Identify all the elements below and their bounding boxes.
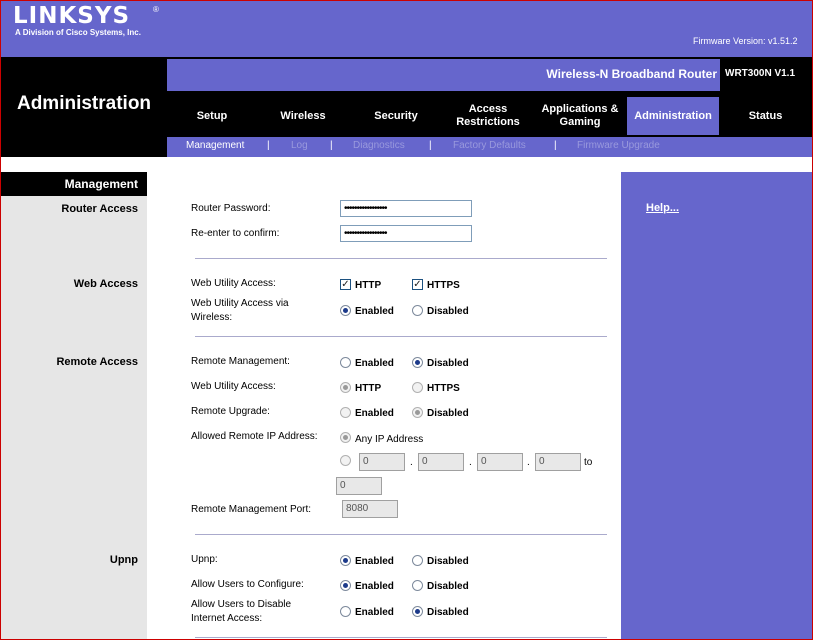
wireless-access-enabled-radio[interactable]: [340, 305, 351, 316]
section-remote-access: Remote Access: [56, 356, 138, 368]
remote-port-label: Remote Management Port:: [191, 504, 312, 515]
router-name: Wireless-N Broadband Router: [546, 67, 717, 81]
subtab-firmware-upgrade[interactable]: Firmware Upgrade: [577, 140, 660, 151]
http-checkbox[interactable]: ✓: [340, 279, 351, 290]
disabled-label: Disabled: [427, 581, 469, 592]
allow-configure-enabled-radio[interactable]: [340, 580, 351, 591]
allow-configure-disabled-radio[interactable]: [412, 580, 423, 591]
ip-range-end-input[interactable]: 0: [336, 477, 382, 495]
enabled-label: Enabled: [355, 607, 394, 618]
subtab-log[interactable]: Log: [291, 140, 308, 151]
firmware-version: Firmware Version: v1.51.2: [693, 36, 798, 46]
subtab-factory-defaults[interactable]: Factory Defaults: [453, 140, 526, 151]
https-checkbox[interactable]: ✓: [412, 279, 423, 290]
remote-https-radio[interactable]: [412, 382, 423, 393]
ip-octet-4-input[interactable]: 0: [535, 453, 581, 471]
browser-frame: LINKSYS ® A Division of Cisco Systems, I…: [0, 0, 813, 640]
enabled-label: Enabled: [355, 581, 394, 592]
sidebar-heading: Management: [1, 172, 147, 196]
router-password-input[interactable]: •••••••••••••••••: [340, 200, 472, 217]
https-label: HTTPS: [427, 383, 460, 394]
https-label: HTTPS: [427, 280, 460, 291]
trademark-mark: ®: [153, 5, 159, 14]
subtab-separator: |: [330, 140, 333, 151]
help-link[interactable]: Help...: [646, 202, 679, 214]
divider: [195, 637, 607, 638]
remote-management-label: Remote Management:: [191, 356, 290, 367]
any-ip-label: Any IP Address: [355, 434, 424, 445]
router-model: WRT300N V1.1: [725, 68, 796, 79]
upnp-enabled-radio[interactable]: [340, 555, 351, 566]
remote-http-radio[interactable]: [340, 382, 351, 393]
help-panel: [621, 172, 812, 639]
http-label: HTTP: [355, 280, 382, 291]
http-label: HTTP: [355, 383, 382, 394]
remote-upgrade-enabled-radio[interactable]: [340, 407, 351, 418]
subtab-separator: |: [429, 140, 432, 151]
allow-configure-label: Allow Users to Configure:: [191, 579, 304, 590]
wireless-access-disabled-radio[interactable]: [412, 305, 423, 316]
disabled-label: Disabled: [427, 607, 469, 618]
enabled-label: Enabled: [355, 358, 394, 369]
subtab-separator: |: [554, 140, 557, 151]
subtab-management[interactable]: Management: [186, 140, 244, 151]
upnp-disabled-radio[interactable]: [412, 555, 423, 566]
ip-range-to-label: to: [584, 457, 593, 468]
confirm-password-input[interactable]: •••••••••••••••••: [340, 225, 472, 242]
remote-utility-access-label: Web Utility Access:: [191, 381, 276, 392]
enabled-label: Enabled: [355, 556, 394, 567]
sidebar: [1, 172, 147, 639]
ip-octet-1-input[interactable]: 0: [359, 453, 405, 471]
page-title: Administration: [16, 93, 152, 114]
tab-setup[interactable]: Setup: [167, 97, 257, 135]
remote-mgmt-disabled-radio[interactable]: [412, 357, 423, 368]
section-web-access: Web Access: [73, 278, 138, 290]
web-utility-access-label: Web Utility Access:: [191, 278, 276, 289]
remote-upgrade-disabled-radio[interactable]: [412, 407, 423, 418]
disabled-label: Disabled: [427, 408, 469, 419]
tab-applications-gaming[interactable]: Applications & Gaming: [533, 97, 627, 135]
tab-access-restrictions[interactable]: Access Restrictions: [443, 97, 533, 135]
tab-status[interactable]: Status: [719, 97, 812, 135]
allow-disable-internet-label-2: Internet Access:: [191, 613, 263, 624]
disabled-label: Disabled: [427, 556, 469, 567]
specific-ip-radio[interactable]: [340, 455, 351, 466]
enabled-label: Enabled: [355, 408, 394, 419]
disabled-label: Disabled: [427, 358, 469, 369]
section-upnp: Upnp: [109, 554, 138, 566]
divider: [195, 258, 607, 259]
allowed-ip-label: Allowed Remote IP Address:: [191, 431, 318, 442]
upnp-label: Upnp:: [191, 554, 218, 565]
divider: [195, 336, 607, 337]
allow-disable-internet-label: Allow Users to Disable: [191, 599, 292, 610]
any-ip-radio[interactable]: [340, 432, 351, 443]
router-password-label: Router Password:: [191, 203, 271, 214]
allow-disable-enabled-radio[interactable]: [340, 606, 351, 617]
web-access-wireless-label: Web Utility Access via: [191, 298, 289, 309]
remote-port-input[interactable]: 8080: [342, 500, 398, 518]
remote-upgrade-label: Remote Upgrade:: [191, 406, 270, 417]
disabled-label: Disabled: [427, 306, 469, 317]
enabled-label: Enabled: [355, 306, 394, 317]
ip-octet-2-input[interactable]: 0: [418, 453, 464, 471]
confirm-password-label: Re-enter to confirm:: [191, 228, 280, 239]
ip-dot: .: [410, 457, 413, 468]
tab-wireless[interactable]: Wireless: [257, 97, 349, 135]
ip-dot: .: [469, 457, 472, 468]
ip-octet-3-input[interactable]: 0: [477, 453, 523, 471]
web-access-wireless-label-2: Wireless:: [191, 312, 233, 323]
tab-administration[interactable]: Administration: [627, 97, 719, 135]
section-router-access: Router Access: [61, 203, 138, 215]
allow-disable-disabled-radio[interactable]: [412, 606, 423, 617]
tab-security[interactable]: Security: [349, 97, 443, 135]
ip-dot: .: [527, 457, 530, 468]
subtab-separator: |: [267, 140, 270, 151]
logo-tagline: A Division of Cisco Systems, Inc.: [15, 28, 141, 37]
remote-mgmt-enabled-radio[interactable]: [340, 357, 351, 368]
subtab-diagnostics[interactable]: Diagnostics: [353, 140, 405, 151]
linksys-logo: LINKSYS: [13, 3, 131, 29]
divider: [195, 534, 607, 535]
